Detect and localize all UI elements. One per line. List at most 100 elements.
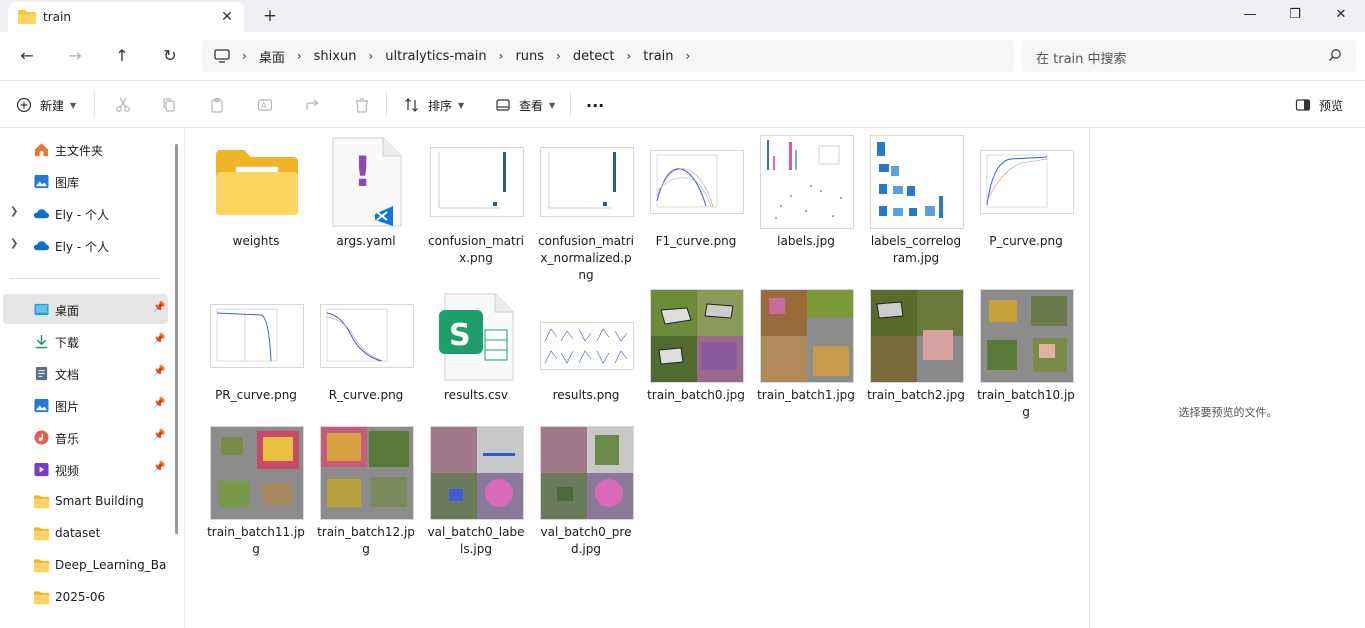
pin-icon: 📌 xyxy=(153,366,166,377)
breadcrumb-separator[interactable]: › xyxy=(368,49,373,63)
sort-icon xyxy=(405,98,418,112)
tab-title: train xyxy=(43,10,71,24)
train-batch10-thumbnail xyxy=(981,290,1073,382)
breadcrumb-separator[interactable]: › xyxy=(626,49,631,63)
breadcrumb-train[interactable]: train xyxy=(643,49,673,64)
image-thumbnail xyxy=(761,290,853,382)
onedrive-icon xyxy=(34,209,49,219)
sidebar-divider xyxy=(10,278,160,279)
sidebar-item-documents[interactable]: 文档 📌 xyxy=(0,358,168,388)
refresh-button[interactable]: ↻ xyxy=(158,44,182,68)
breadcrumb-shixun[interactable]: shixun xyxy=(314,49,357,64)
breadcrumb-separator[interactable]: › xyxy=(499,49,504,63)
preview-pane-button[interactable]: 预览 xyxy=(1295,93,1343,117)
new-tab-button[interactable]: + xyxy=(260,7,280,27)
sidebar-item-home[interactable]: 主文件夹 xyxy=(0,134,168,164)
image-thumbnail xyxy=(871,290,963,382)
new-label: 新建 xyxy=(40,98,65,113)
folder-icon xyxy=(34,591,49,605)
image-thumbnail xyxy=(541,136,633,228)
val-batch0-pred-thumbnail xyxy=(541,427,633,519)
sidebar-item-desktop[interactable]: 桌面 📌 xyxy=(3,294,168,324)
view-button[interactable]: 查看 ▼ xyxy=(495,93,555,117)
image-thumbnail xyxy=(211,427,303,519)
address-bar[interactable]: › 桌面 › shixun › ultralytics-main › runs … xyxy=(202,40,1014,72)
svg-text:A: A xyxy=(261,101,267,110)
up-button[interactable]: ↑ xyxy=(110,44,134,68)
sidebar-item-music[interactable]: 音乐 📌 xyxy=(0,422,168,452)
desktop-icon xyxy=(34,303,49,316)
copy-button[interactable] xyxy=(158,93,180,117)
f1-curve-thumbnail xyxy=(651,151,743,213)
share-icon xyxy=(306,99,319,110)
share-button[interactable] xyxy=(302,93,324,117)
chevron-down-icon: ▼ xyxy=(458,100,465,110)
breadcrumb-runs[interactable]: runs xyxy=(515,49,544,64)
sidebar-item-downloads[interactable]: 下载 📌 xyxy=(0,326,168,356)
sidebar-item-onedrive[interactable]: ❯ Ely - 个人 xyxy=(0,198,168,228)
breadcrumb-detect[interactable]: detect xyxy=(573,49,615,64)
sidebar-item-videos[interactable]: 视频 📌 xyxy=(0,454,168,484)
minimize-button[interactable]: — xyxy=(1235,4,1265,26)
document-icon xyxy=(35,366,48,381)
close-tab-icon[interactable]: ✕ xyxy=(218,8,236,26)
image-thumbnail xyxy=(321,290,413,382)
breadcrumb-ultralytics-main[interactable]: ultralytics-main xyxy=(385,49,486,64)
more-options-button[interactable]: ··· xyxy=(586,93,604,117)
copy-icon xyxy=(163,98,175,112)
pin-icon: 📌 xyxy=(153,398,166,409)
sidebar-item-smart-building[interactable]: Smart Building xyxy=(0,486,168,516)
sidebar-item-deep-learning[interactable]: Deep_Learning_Bas xyxy=(0,550,168,580)
file-name: train_batch12.jp g xyxy=(317,525,415,556)
cut-button[interactable] xyxy=(112,93,134,117)
val-batch0-labels-thumbnail xyxy=(431,427,523,519)
train-batch1-thumbnail xyxy=(761,290,853,382)
sidebar-item-pictures[interactable]: 图片 📌 xyxy=(0,390,168,420)
file-list: weights ! args.yaml confusion_matri x.pn… xyxy=(186,128,1089,628)
sort-button[interactable]: 排序 ▼ xyxy=(404,93,464,117)
sidebar-item-label: 文档 xyxy=(55,368,80,382)
title-bar: train ✕ + — ❐ ✕ xyxy=(0,0,1365,32)
rename-button[interactable]: A xyxy=(254,93,276,117)
sidebar-item-label: 音乐 xyxy=(55,432,80,446)
breadcrumb-separator[interactable]: › xyxy=(556,49,561,63)
sidebar-item-gallery[interactable]: 图库 xyxy=(0,166,168,196)
home-icon xyxy=(34,143,49,157)
file-name: confusion_matri x.png xyxy=(428,234,524,265)
breadcrumb-separator[interactable]: › xyxy=(297,49,302,63)
close-window-button[interactable]: ✕ xyxy=(1326,4,1356,26)
plus-circle-icon xyxy=(16,97,32,113)
back-button[interactable]: ← xyxy=(15,44,39,68)
sidebar-item-label: 下载 xyxy=(55,336,80,350)
tab-train[interactable]: train ✕ xyxy=(8,2,244,32)
image-thumbnail xyxy=(871,136,963,228)
maximize-button[interactable]: ❐ xyxy=(1280,4,1310,26)
pictures-icon xyxy=(34,398,49,413)
chevron-right-icon[interactable]: ❯ xyxy=(10,206,18,217)
chevron-right-icon[interactable]: ❯ xyxy=(10,238,18,249)
sidebar-item-label: 图库 xyxy=(55,176,80,190)
train-batch0-thumbnail xyxy=(651,290,743,382)
breadcrumb-separator[interactable]: › xyxy=(686,49,691,63)
sidebar-item-label: Ely - 个人 xyxy=(55,208,109,222)
new-button[interactable]: 新建 ▼ xyxy=(16,93,76,117)
computer-icon[interactable] xyxy=(214,49,230,63)
image-thumbnail xyxy=(981,136,1073,228)
forward-button[interactable]: → xyxy=(63,44,87,68)
search-box[interactable]: 在 train 中搜索 xyxy=(1022,40,1356,72)
pin-icon: 📌 xyxy=(153,334,166,345)
breadcrumb-separator[interactable]: › xyxy=(242,49,247,63)
sidebar-item-onedrive[interactable]: ❯ Ely - 个人 xyxy=(0,230,168,260)
sidebar-item-dataset[interactable]: dataset xyxy=(0,518,168,548)
search-icon[interactable] xyxy=(1328,48,1342,62)
labels-thumbnail xyxy=(761,136,853,228)
pin-icon: 📌 xyxy=(153,302,166,313)
sidebar-item-2025-06[interactable]: 2025-06 xyxy=(0,582,168,612)
breadcrumb-desktop[interactable]: 桌面 xyxy=(259,47,285,66)
sidebar-scrollbar[interactable] xyxy=(175,144,178,534)
search-input[interactable]: 在 train 中搜索 xyxy=(1036,48,1127,67)
train-batch12-thumbnail xyxy=(321,427,413,519)
delete-button[interactable] xyxy=(351,93,373,117)
paste-button[interactable] xyxy=(206,93,228,117)
vscode-file-icon: ! xyxy=(332,137,402,227)
